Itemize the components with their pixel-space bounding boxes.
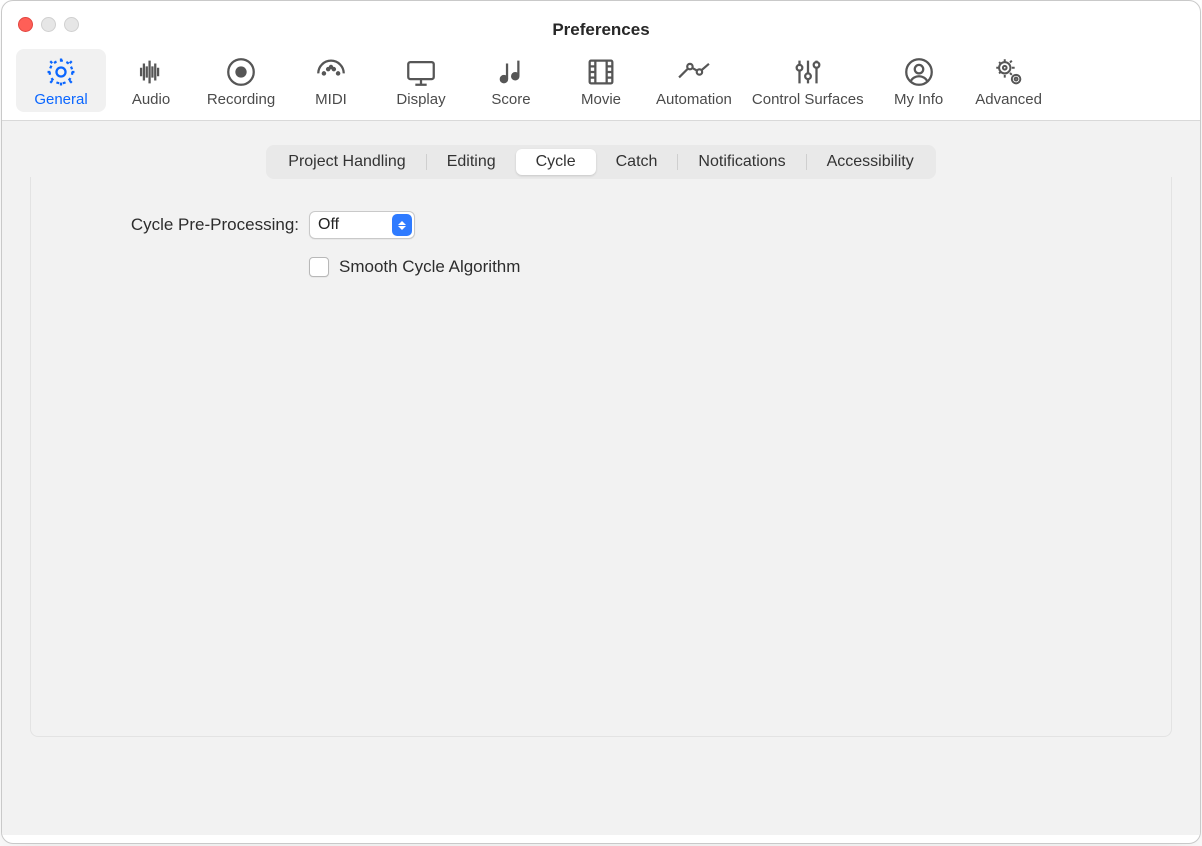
toolbar-tab-midi[interactable]: MIDI — [286, 49, 376, 112]
window-controls — [18, 17, 79, 32]
segmented-control: Project Handling Editing Cycle Catch Not… — [266, 145, 935, 179]
toolbar-tab-label: My Info — [894, 91, 943, 108]
gears-icon — [992, 55, 1026, 89]
toolbar-tab-control-surfaces[interactable]: Control Surfaces — [742, 49, 874, 112]
smooth-cycle-label: Smooth Cycle Algorithm — [339, 257, 520, 277]
toolbar-tab-automation[interactable]: Automation — [646, 49, 742, 112]
minimize-window-button[interactable] — [41, 17, 56, 32]
automation-icon — [675, 55, 713, 89]
subtab-notifications[interactable]: Notifications — [678, 149, 805, 175]
subtab-project-handling[interactable]: Project Handling — [268, 149, 425, 175]
music-notes-icon — [494, 55, 528, 89]
toolbar-tab-label: Recording — [207, 91, 275, 108]
subtabs: Project Handling Editing Cycle Catch Not… — [30, 145, 1172, 179]
record-icon — [224, 55, 258, 89]
toolbar-tab-label: Score — [491, 91, 530, 108]
gear-icon — [44, 55, 78, 89]
smooth-cycle-row: Smooth Cycle Algorithm — [309, 257, 1141, 277]
titlebar: Preferences — [2, 1, 1200, 45]
toolbar-tab-label: General — [34, 91, 87, 108]
settings-panel: Cycle Pre-Processing: Off Smooth Cycle A… — [30, 177, 1172, 737]
toolbar-tab-label: Advanced — [975, 91, 1042, 108]
toolbar-tab-recording[interactable]: Recording — [196, 49, 286, 112]
smooth-cycle-checkbox[interactable] — [309, 257, 329, 277]
toolbar-tab-display[interactable]: Display — [376, 49, 466, 112]
subtab-catch[interactable]: Catch — [596, 149, 678, 175]
select-value: Off — [310, 216, 390, 234]
subtab-accessibility[interactable]: Accessibility — [807, 149, 934, 175]
toolbar-tab-label: Audio — [132, 91, 170, 108]
toolbar-tab-score[interactable]: Score — [466, 49, 556, 112]
subtab-cycle[interactable]: Cycle — [516, 149, 596, 175]
toolbar-tab-label: Automation — [656, 91, 732, 108]
toolbar-tab-movie[interactable]: Movie — [556, 49, 646, 112]
preferences-window: Preferences General Audio — [1, 0, 1201, 844]
content-area: Project Handling Editing Cycle Catch Not… — [2, 121, 1200, 835]
toolbar-tab-advanced[interactable]: Advanced — [964, 49, 1054, 112]
toolbar-tab-label: Movie — [581, 91, 621, 108]
toolbar: General Audio Recording — [2, 45, 1200, 121]
cycle-preprocessing-label: Cycle Pre-Processing: — [61, 215, 309, 235]
user-icon — [902, 55, 936, 89]
toolbar-tab-general[interactable]: General — [16, 49, 106, 112]
film-icon — [584, 55, 618, 89]
zoom-window-button[interactable] — [64, 17, 79, 32]
chevron-up-down-icon — [392, 214, 412, 236]
toolbar-tab-label: MIDI — [315, 91, 347, 108]
close-window-button[interactable] — [18, 17, 33, 32]
toolbar-tab-audio[interactable]: Audio — [106, 49, 196, 112]
window-title: Preferences — [2, 6, 1200, 40]
cycle-preprocessing-select[interactable]: Off — [309, 211, 415, 239]
display-icon — [404, 55, 438, 89]
cycle-preprocessing-row: Cycle Pre-Processing: Off — [61, 211, 1141, 239]
toolbar-tab-label: Display — [396, 91, 445, 108]
waveform-icon — [134, 55, 168, 89]
sliders-icon — [791, 55, 825, 89]
subtab-editing[interactable]: Editing — [427, 149, 516, 175]
toolbar-tab-my-info[interactable]: My Info — [874, 49, 964, 112]
midi-icon — [314, 55, 348, 89]
toolbar-tab-label: Control Surfaces — [752, 91, 864, 108]
